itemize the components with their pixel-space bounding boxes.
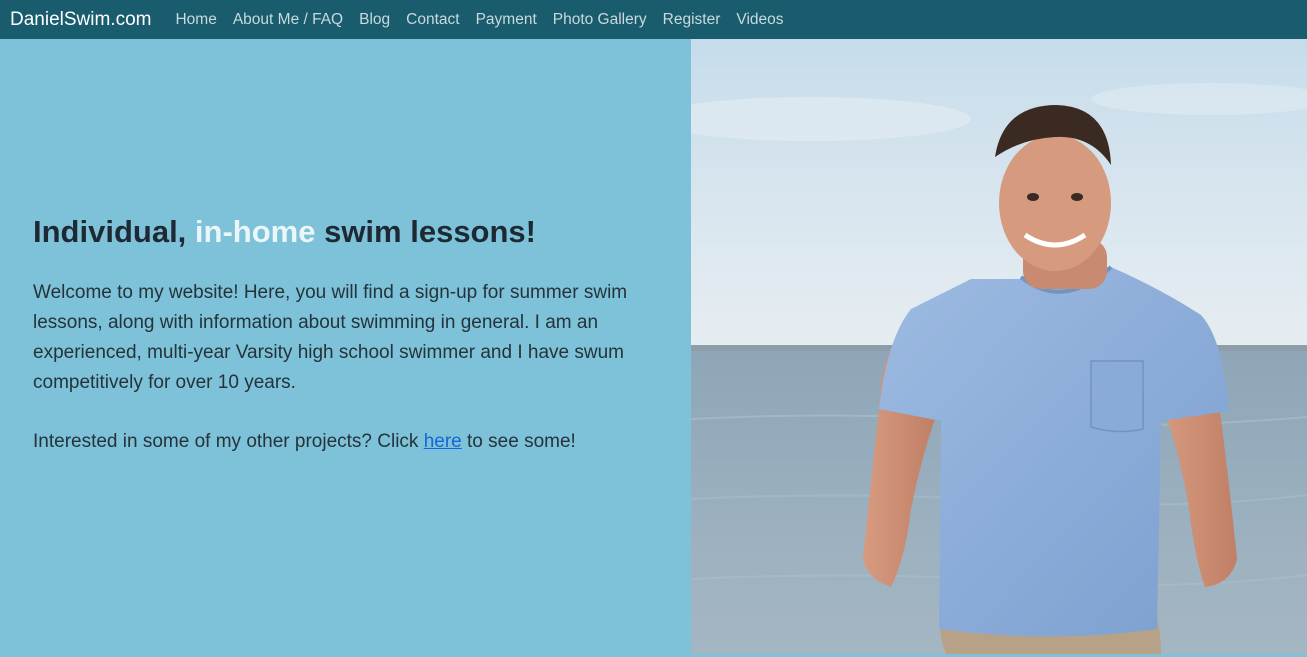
nav-about-faq[interactable]: About Me / FAQ bbox=[233, 11, 343, 29]
intro-paragraph: Welcome to my website! Here, you will fi… bbox=[33, 282, 628, 393]
hero-photo bbox=[691, 39, 1307, 654]
projects-prefix: Interested in some of my other projects?… bbox=[33, 431, 424, 452]
heading-part2: swim lessons! bbox=[315, 214, 536, 249]
nav-photo-gallery[interactable]: Photo Gallery bbox=[553, 11, 647, 29]
hero-heading: Individual, in-home swim lessons! bbox=[33, 214, 536, 250]
nav-register[interactable]: Register bbox=[663, 11, 721, 29]
nav-payment[interactable]: Payment bbox=[476, 11, 537, 29]
nav-blog[interactable]: Blog bbox=[359, 11, 390, 29]
brand-link[interactable]: DanielSwim.com bbox=[0, 9, 151, 31]
top-navbar: DanielSwim.com Home About Me / FAQ Blog … bbox=[0, 0, 1307, 39]
hero-text-panel: Individual, in-home swim lessons! Welcom… bbox=[0, 39, 691, 657]
projects-paragraph: Interested in some of my other projects?… bbox=[33, 427, 653, 457]
hero-photo-image bbox=[691, 39, 1307, 654]
nav-contact[interactable]: Contact bbox=[406, 11, 459, 29]
projects-suffix: to see some! bbox=[461, 431, 576, 452]
nav-menu: Home About Me / FAQ Blog Contact Payment… bbox=[167, 11, 799, 29]
nav-home[interactable]: Home bbox=[175, 11, 216, 29]
heading-highlight: in-home bbox=[194, 214, 316, 249]
projects-here-link[interactable]: here bbox=[424, 431, 462, 452]
heading-part1: Individual, bbox=[33, 214, 195, 249]
nav-videos[interactable]: Videos bbox=[736, 11, 783, 29]
